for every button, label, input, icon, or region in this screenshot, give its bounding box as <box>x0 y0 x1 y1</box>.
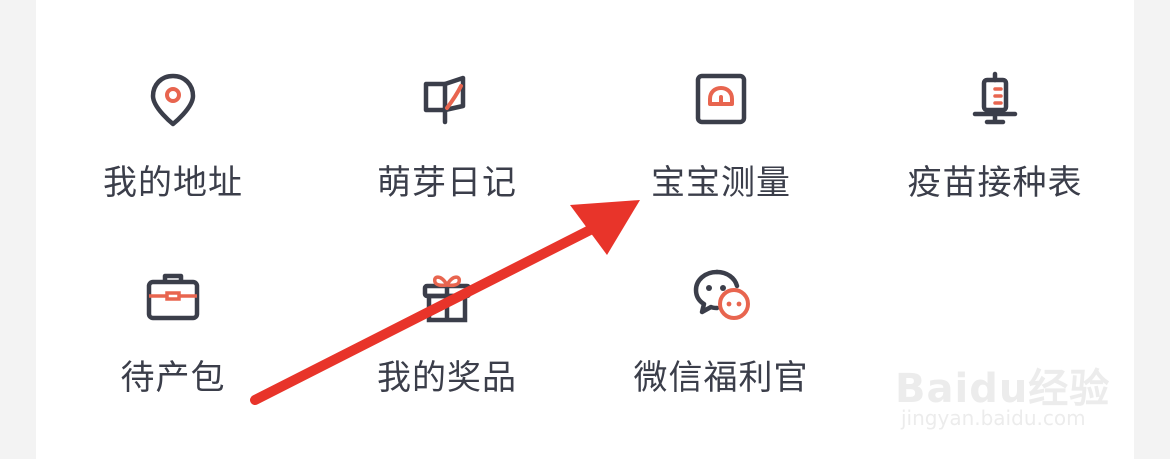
baidu-watermark: Baidu经验 jingyan.baidu.com <box>895 330 1115 440</box>
menu-item-label: 疫苗接种表 <box>907 163 1083 203</box>
menu-item-label: 萌芽日记 <box>377 163 517 203</box>
menu-item-label: 我的地址 <box>103 163 243 203</box>
vaccine-chart-icon <box>972 71 1018 125</box>
menu-item-label: 我的奖品 <box>377 358 517 398</box>
menu-item-wechat-benefits[interactable]: 微信福利官 <box>584 0 858 398</box>
gift-icon <box>422 275 472 323</box>
menu-item-label: 微信福利官 <box>633 358 809 398</box>
suitcase-icon <box>146 273 200 321</box>
menu-item-my-prizes[interactable]: 我的奖品 <box>310 0 584 398</box>
menu-item-label: 待产包 <box>120 358 226 398</box>
chat-bubbles-icon <box>693 269 750 320</box>
menu-item-label: 宝宝测量 <box>651 163 791 203</box>
menu-item-hospital-bag[interactable]: 待产包 <box>36 0 310 398</box>
watermark-url: jingyan.baidu.com <box>901 406 1086 430</box>
menu-item-vaccine-schedule[interactable]: 疫苗接种表 <box>858 0 1132 203</box>
